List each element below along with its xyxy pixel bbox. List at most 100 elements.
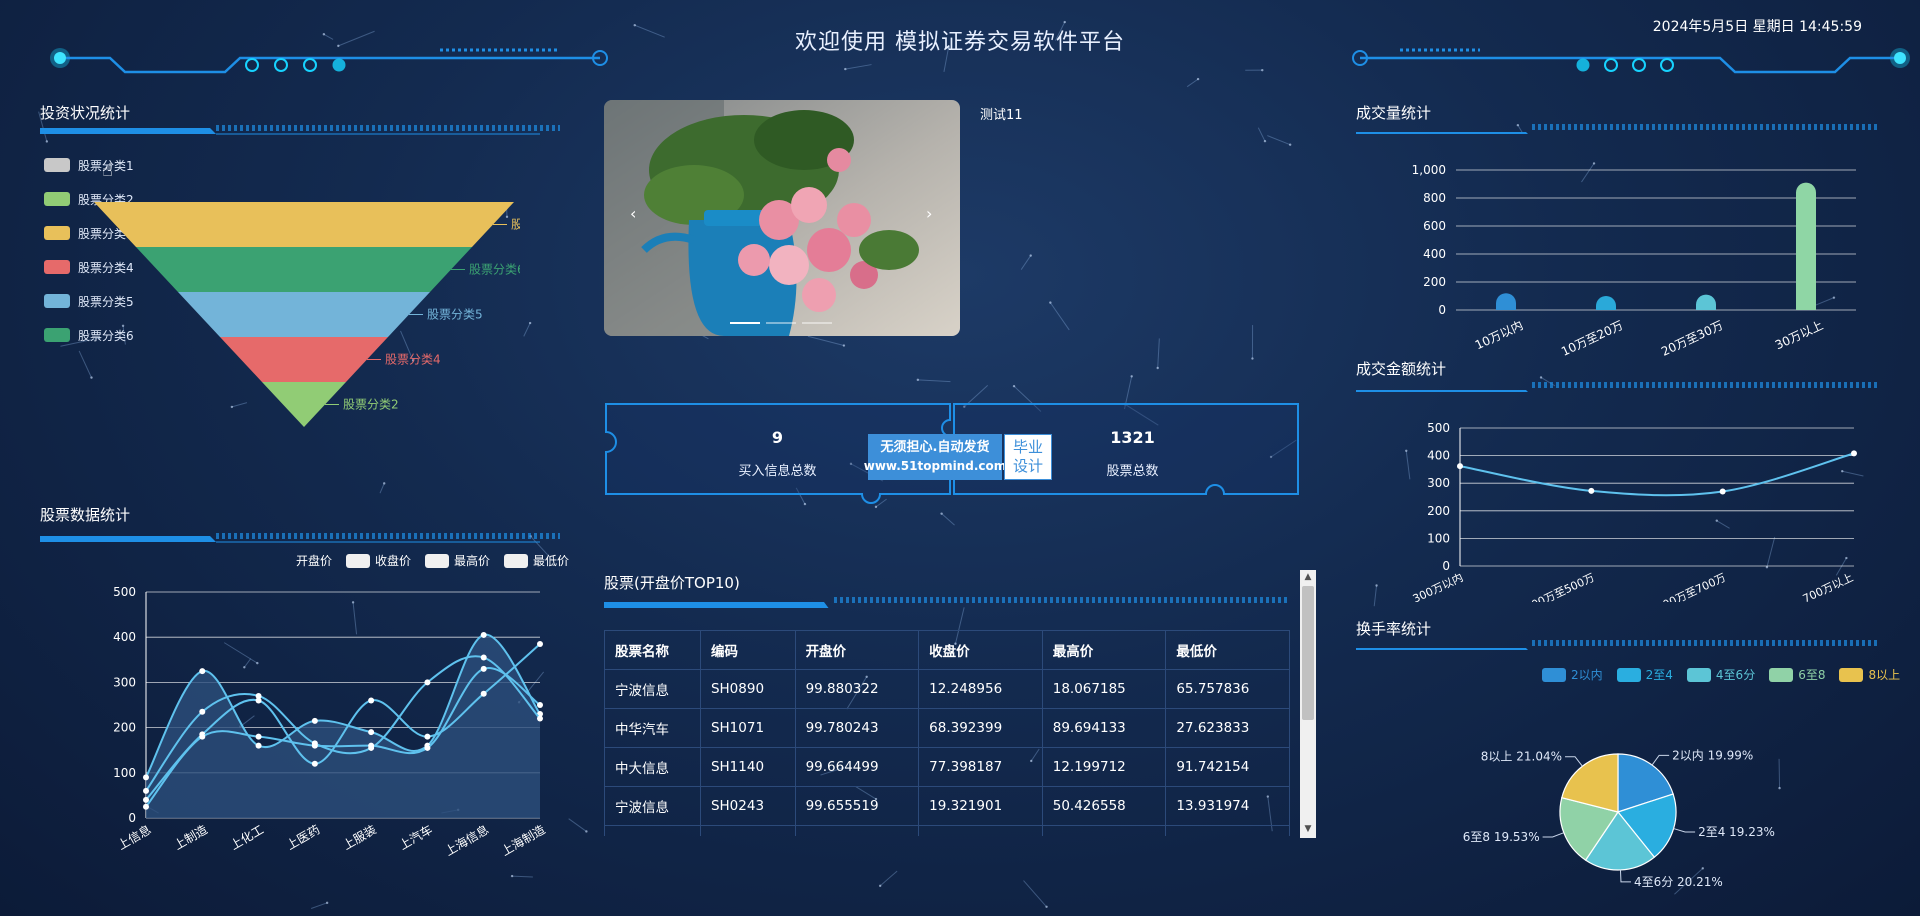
funnel-legend-item[interactable]: 股票分类1 [44,148,134,182]
watermark-badge1: 毕业 [1012,438,1043,456]
line-legend-item[interactable]: 最高价 [425,552,490,569]
table-row[interactable]: 宁波信息 SH0243 99.655519 19.321901 50.426558 13.… [604,786,1290,826]
pie-label-line [1673,828,1696,833]
x-tick-label: 300万至500万 [1523,571,1596,602]
carousel-indicator-3[interactable] [802,322,832,324]
line-legend-item[interactable]: 最低价 [504,552,569,569]
background-particle-dot [916,378,920,382]
pie-label-line [1651,754,1670,766]
legend-swatch [425,553,450,568]
table-scroll-thumb[interactable] [1302,586,1314,720]
background-particle-dot [844,67,847,71]
section-bar-turnover [1356,640,1878,650]
legend-label: 2至4 [1645,668,1673,682]
table-row[interactable]: 宁波信息 SH0890 99.880322 12.248956 18.067185 65.… [604,669,1290,709]
top10-table: 股票名称 编码 开盘价 收盘价 最高价 最低价 宁波信息 SH0890 99.880322 12… [604,630,1290,836]
y-tick-label: 400 [113,630,136,644]
background-particle-dot [842,344,846,347]
table-cell: 99.641043 [794,825,920,836]
series-line [1459,452,1855,497]
background-particle-dot [1049,301,1052,304]
pie-label: 2至4 19.23% [1698,825,1775,839]
carousel-indicator-2[interactable] [766,322,796,324]
line-legend-item[interactable]: 开盘价 [296,552,332,569]
legend-swatch [504,553,529,568]
line-legend-item[interactable]: 收盘价 [346,552,411,569]
table-cell: 68.392399 [918,708,1043,748]
carousel-indicator-1[interactable] [730,322,760,324]
table-cell: 97.300422 [1041,825,1167,836]
pie-legend-item[interactable]: 4至6分 [1686,666,1755,683]
table-header-cell: 最高价 [1041,630,1167,670]
scroll-down-arrow-icon[interactable]: ▼ [1300,824,1316,834]
y-tick-label: 100 [1427,531,1450,545]
x-tick-label: 上海信息 [442,822,491,859]
section-bar-amount [1356,382,1878,392]
legend-swatch [1839,667,1864,682]
table-cell: 19.321901 [918,786,1043,826]
table-header-row: 股票名称 编码 开盘价 收盘价 最高价 最低价 [604,630,1290,670]
data-point [1588,487,1595,494]
background-particle [1257,127,1266,142]
background-particle [879,870,898,887]
legend-label: 8以上 [1868,668,1901,682]
legend-label: 最低价 [533,554,570,568]
background-particle-dot [1063,20,1066,24]
x-tick-label: 上制造 [172,822,210,852]
pie-label-line [1542,832,1564,838]
x-tick-label: 上服装 [340,822,378,852]
legend-label: 2以内 [1571,668,1603,682]
pie-legend-item[interactable]: 2至4 [1616,666,1673,683]
watermark-badge[interactable]: 无须担心.自动发货 www.51topmind.com 毕业 设计 [864,434,1052,480]
background-particle-dot [1156,366,1159,370]
data-point [537,715,543,722]
legend-swatch [346,553,371,568]
data-point [480,631,487,638]
table-cell: 99.780243 [794,708,920,748]
background-particle-dot [383,482,386,485]
section-bar-investment [40,125,560,135]
background-particle [807,335,845,346]
table-row[interactable]: 深信息SH052299.64104316.96042997.30042222.4… [604,825,1290,836]
y-tick-label: 200 [113,721,136,735]
background-particle-dot [1288,143,1292,146]
table-cell: 50.426558 [1041,786,1167,826]
background-particle [1023,880,1047,908]
pie-legend-item[interactable]: 8以上 [1839,666,1900,683]
background-particle-dot [528,321,532,325]
bar [1696,294,1716,310]
data-point [255,742,262,749]
table-row[interactable]: 中华汽车 SH1071 99.780243 68.392399 89.694133 27.… [604,708,1290,748]
funnel-segment [220,337,388,382]
scroll-up-arrow-icon[interactable]: ▲ [1300,572,1316,582]
data-point [143,787,149,794]
background-particle [845,64,872,70]
funnel-label: 股票分类4 [385,353,441,367]
background-particle-dot [325,901,329,905]
stock-line-chart: 0 100 200 300 400 500 上信息 上制造 上化工 上医药 上服装 上汽车 上海信息 上海… [113,585,547,859]
y-tick-label: 0 [1442,559,1450,573]
top10-table-container[interactable]: 股票名称 编码 开盘价 收盘价 最高价 最低价 宁波信息 SH0890 99.880322 12… [604,630,1290,836]
table-cell: 16.960429 [918,825,1043,836]
data-point [424,744,431,751]
legend-swatch [1616,667,1641,682]
legend-swatch [1542,667,1566,682]
table-cell: 91.742154 [1165,747,1290,787]
table-cell: 中华汽车 [604,708,701,748]
bar [1496,293,1516,310]
pie-legend-item[interactable]: 2以内 [1542,666,1603,683]
y-tick-label: 500 [113,585,136,599]
carousel-next-icon[interactable]: › [926,204,932,223]
carousel-caption: 测试11 [980,108,1023,123]
carousel-prev-icon[interactable]: ‹ [630,204,636,223]
table-row[interactable]: 中大信息 SH1140 99.664499 77.398187 12.199712 91.… [604,747,1290,787]
y-tick-label: 1,000 [1412,163,1446,177]
image-carousel[interactable]: ‹ › [604,100,960,336]
pie-legend-item[interactable]: 6至8 [1769,666,1825,683]
data-point [311,760,318,767]
table-cell: 宁波信息 [604,786,701,826]
section-title-turnover: 换手率统计 [1356,620,1432,638]
section-title-investment: 投资状况统计 [40,104,131,122]
background-particle [1020,255,1032,270]
y-tick-label: 100 [113,766,136,780]
